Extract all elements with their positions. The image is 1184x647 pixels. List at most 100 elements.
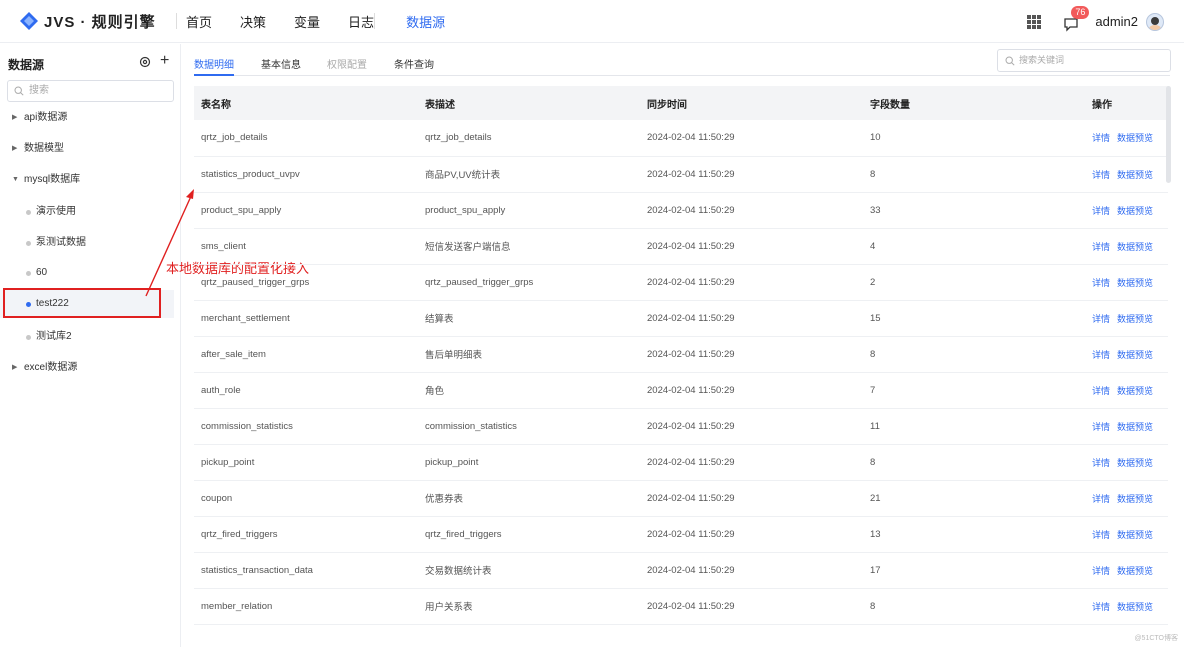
cell-table-name: qrtz_fired_triggers (201, 528, 278, 540)
tree-item-label: 泵测试数据 (36, 237, 86, 248)
table-row: coupon 优惠券表 2024-02-04 11:50:29 21 详情 数据预览 (194, 480, 1168, 516)
cell-sync-time: 2024-02-04 11:50:29 (647, 456, 735, 468)
tree-item-label: 演示使用 (36, 206, 76, 217)
data-preview-link[interactable]: 数据预览 (1117, 494, 1153, 504)
nav-log[interactable]: 日志 (348, 12, 374, 31)
cell-sync-time: 2024-02-04 11:50:29 (647, 492, 735, 504)
detail-link[interactable]: 详情 (1092, 242, 1110, 252)
nav-variable[interactable]: 变量 (294, 12, 320, 31)
tree-item-mysql[interactable]: ▼ mysql数据库 (0, 166, 174, 194)
cell-table-name: qrtz_job_details (201, 132, 268, 144)
tab-permission[interactable]: 权限配置 (327, 56, 367, 71)
data-preview-link[interactable]: 数据预览 (1117, 566, 1153, 576)
tab-condition-query[interactable]: 条件查询 (394, 56, 434, 71)
user-name[interactable]: admin2 (1095, 14, 1138, 29)
caret-right-icon: ▶ (12, 145, 18, 152)
detail-link[interactable]: 详情 (1092, 278, 1110, 288)
detail-link[interactable]: 详情 (1092, 206, 1110, 216)
column-header-sync-time: 同步时间 (647, 99, 687, 111)
cell-actions: 详情 数据预览 (1085, 480, 1168, 516)
tree-item-model[interactable]: ▶ 数据模型 (0, 135, 174, 163)
detail-link[interactable]: 详情 (1092, 494, 1110, 504)
tree-item-testdb2[interactable]: 测试库2 (0, 323, 174, 351)
data-preview-link[interactable]: 数据预览 (1117, 314, 1153, 324)
tree-item-label: excel数据源 (24, 362, 78, 373)
cell-table-name: commission_statistics (201, 420, 293, 432)
detail-link[interactable]: 详情 (1092, 170, 1110, 180)
table-row: qrtz_fired_triggers qrtz_fired_triggers 20… (194, 516, 1168, 552)
main-search-input[interactable]: 搜索关键词 (997, 49, 1171, 72)
tree-item-pump[interactable]: 泵测试数据 (0, 229, 174, 257)
data-preview-link[interactable]: 数据预览 (1117, 422, 1153, 432)
detail-link[interactable]: 详情 (1092, 133, 1110, 143)
bullet-icon (26, 335, 31, 340)
data-preview-link[interactable]: 数据预览 (1117, 386, 1153, 396)
table-row: member_relation 用户关系表 2024-02-04 11:50:29 8… (194, 588, 1168, 624)
top-bar: JVS · 规则引擎 首页 决策 变量 日志 数据源 76 admin2 (0, 0, 1184, 43)
data-preview-link[interactable]: 数据预览 (1117, 206, 1153, 216)
cell-field-count: 8 (870, 348, 876, 360)
table-row: pickup_point pickup_point 2024-02-04 11:50… (194, 444, 1168, 480)
cell-actions: 详情 数据预览 (1085, 192, 1168, 228)
tab-data-detail[interactable]: 数据明细 (194, 56, 234, 71)
table-scrollbar[interactable] (1166, 86, 1171, 183)
cell-field-count: 11 (870, 420, 880, 432)
data-preview-link[interactable]: 数据预览 (1117, 350, 1153, 360)
cell-table-desc: 交易数据统计表 (425, 566, 492, 577)
nav-decision[interactable]: 决策 (240, 12, 266, 31)
tree-item-excel[interactable]: ▶ excel数据源 (0, 354, 174, 382)
column-header-name: 表名称 (201, 99, 231, 111)
table-row: sms_client 短信发送客户端信息 2024-02-04 11:50:29 4 详… (194, 228, 1168, 264)
detail-link[interactable]: 详情 (1092, 350, 1110, 360)
detail-link[interactable]: 详情 (1092, 314, 1110, 324)
tree-item-api[interactable]: ▶ api数据源 (0, 104, 174, 132)
cell-table-name: auth_role (201, 384, 241, 396)
detail-link[interactable]: 详情 (1092, 458, 1110, 468)
data-preview-link[interactable]: 数据预览 (1117, 170, 1153, 180)
detail-link[interactable]: 详情 (1092, 602, 1110, 612)
settings-icon[interactable] (139, 56, 151, 68)
logo-text: JVS · 规则引擎 (44, 13, 156, 31)
cell-table-name: coupon (201, 492, 233, 504)
data-preview-link[interactable]: 数据预览 (1117, 602, 1153, 612)
cell-table-name: statistics_product_uvpv (201, 168, 300, 180)
apps-grid-icon[interactable] (1027, 14, 1042, 29)
cell-sync-time: 2024-02-04 11:50:29 (647, 240, 735, 252)
tab-basic-info[interactable]: 基本信息 (261, 56, 301, 71)
table-row: statistics_transaction_data 交易数据统计表 2024-0… (194, 552, 1168, 588)
message-button[interactable]: 76 (1063, 5, 1090, 32)
data-table: 表名称 表描述 同步时间 字段数量 操作 qrtz_job_details qrt… (194, 86, 1168, 625)
logo[interactable]: JVS · 规则引擎 (18, 9, 156, 33)
data-preview-link[interactable]: 数据预览 (1117, 530, 1153, 540)
tree-item-demo[interactable]: 演示使用 (0, 198, 174, 226)
data-preview-link[interactable]: 数据预览 (1117, 278, 1153, 288)
data-preview-link[interactable]: 数据预览 (1117, 242, 1153, 252)
detail-link[interactable]: 详情 (1092, 566, 1110, 576)
cell-actions: 详情 数据预览 (1085, 552, 1168, 588)
caret-down-icon: ▼ (12, 176, 19, 183)
cell-table-desc: 优惠券表 (425, 494, 464, 505)
nav-home[interactable]: 首页 (186, 12, 212, 31)
cell-field-count: 15 (870, 312, 881, 324)
data-preview-link[interactable]: 数据预览 (1117, 458, 1153, 468)
add-icon[interactable]: + (160, 53, 169, 69)
cell-table-desc: 用户关系表 (425, 602, 473, 613)
cell-actions: 详情 数据预览 (1085, 336, 1168, 372)
detail-link[interactable]: 详情 (1092, 530, 1110, 540)
cell-table-desc: 商品PV,UV统计表 (425, 170, 501, 181)
cell-table-desc: qrtz_job_details (425, 132, 492, 144)
detail-link[interactable]: 详情 (1092, 422, 1110, 432)
cell-table-desc: commission_statistics (425, 420, 517, 432)
tree-item-60[interactable]: 60 (0, 259, 174, 287)
cell-table-name: product_spu_apply (201, 204, 282, 216)
sidebar-search-input[interactable]: 搜索 (7, 80, 174, 102)
detail-link[interactable]: 详情 (1092, 386, 1110, 396)
data-preview-link[interactable]: 数据预览 (1117, 133, 1153, 143)
avatar[interactable] (1146, 12, 1164, 31)
caret-right-icon: ▶ (12, 364, 18, 371)
cell-table-name: member_relation (201, 600, 273, 612)
table-row: qrtz_job_details qrtz_job_details 2024-02-… (194, 120, 1168, 156)
cell-sync-time: 2024-02-04 11:50:29 (647, 348, 735, 360)
nav-datasource[interactable]: 数据源 (406, 12, 445, 31)
table-row: statistics_product_uvpv 商品PV,UV统计表 2024-02… (194, 156, 1168, 192)
